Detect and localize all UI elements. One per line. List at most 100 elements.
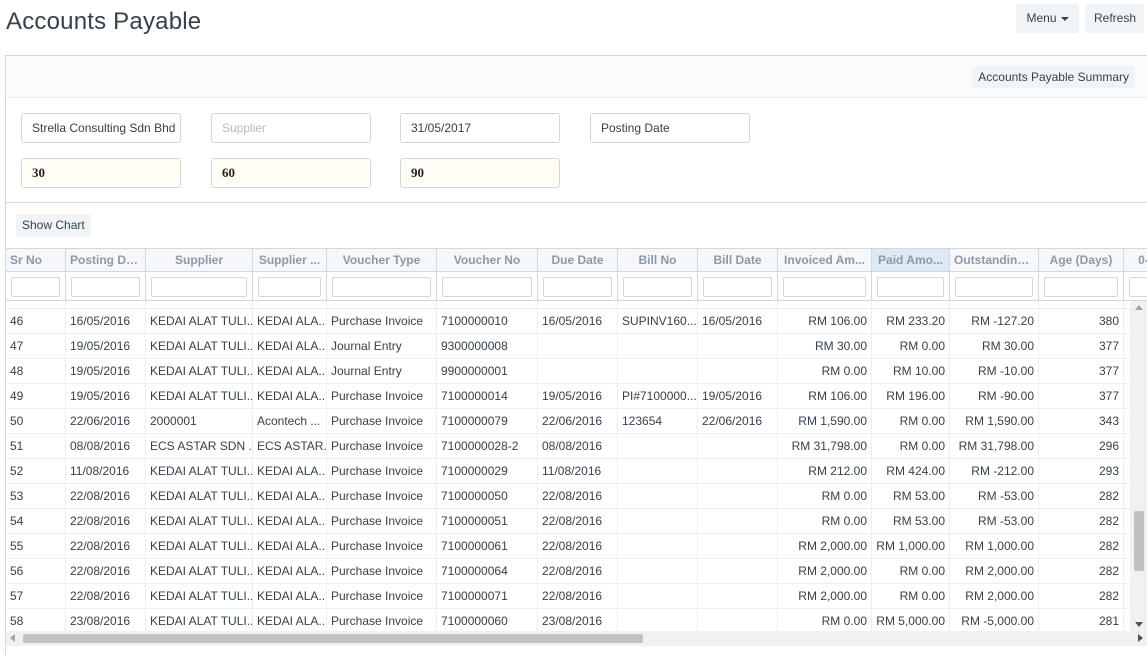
range3-field[interactable]: 90 — [400, 158, 560, 188]
horizontal-scrollbar[interactable] — [6, 631, 1147, 646]
scroll-up-icon[interactable] — [1135, 305, 1143, 310]
cell-bill-no — [618, 459, 698, 484]
column-header-voucher-no[interactable]: Voucher No — [437, 248, 538, 272]
cell-paid-amount: RM 53.00 — [872, 484, 950, 509]
cell-sr-no: 57 — [6, 584, 66, 609]
cell-supplier-name: KEDAI ALA... — [253, 334, 327, 359]
column-header-age-days[interactable]: Age (Days) — [1039, 248, 1124, 272]
supplier-field[interactable]: Supplier — [211, 113, 371, 143]
cell-sr-no: 56 — [6, 559, 66, 584]
table-row[interactable]: 56 22/08/2016 KEDAI ALAT TULI... KEDAI ALA.… — [6, 559, 1130, 584]
column-filter-bill-no[interactable] — [623, 277, 692, 297]
column-header-invoiced-amount[interactable]: Invoiced Am... — [778, 248, 872, 272]
table-row[interactable]: 55 22/08/2016 KEDAI ALAT TULI... KEDAI ALA.… — [6, 534, 1130, 559]
column-header-supplier-name[interactable]: Supplier ... — [253, 248, 327, 272]
vertical-scroll-thumb[interactable] — [1134, 511, 1144, 571]
cell-voucher-type: Purchase Invoice — [327, 301, 437, 309]
column-filter-posting-date[interactable] — [71, 277, 140, 297]
cell-age-days: 386 — [1039, 301, 1124, 309]
column-filter-cell — [950, 272, 1039, 301]
column-header-range-0-30[interactable]: 0- — [1124, 248, 1147, 272]
cell-bill-date — [698, 559, 778, 584]
cell-due-date — [538, 359, 618, 384]
column-filter-invoiced-amount[interactable] — [783, 277, 866, 297]
cell-supplier-name: KEDAI ALA... — [253, 559, 327, 584]
cell-invoiced-amount: RM 0.00 — [778, 484, 872, 509]
column-header-supplier[interactable]: Supplier — [146, 248, 253, 272]
company-field[interactable]: Strella Consulting Sdn Bhd — [21, 113, 181, 143]
column-header-voucher-type[interactable]: Voucher Type — [327, 248, 437, 272]
ageing-based-on-field[interactable]: Posting Date — [590, 113, 750, 143]
refresh-button[interactable]: Refresh — [1085, 4, 1144, 33]
column-header-paid-amount[interactable]: Paid Amo... — [872, 248, 950, 272]
column-header-bill-date[interactable]: Bill Date — [698, 248, 778, 272]
column-header-posting-date[interactable]: Posting Da... — [66, 248, 146, 272]
show-chart-button[interactable]: Show Chart — [16, 214, 91, 237]
column-filter-supplier[interactable] — [151, 277, 247, 297]
cell-voucher-no: 7100000061 — [437, 534, 538, 559]
report-frame: Accounts Payable Summary Strella Consult… — [5, 55, 1147, 655]
vertical-scrollbar[interactable] — [1130, 301, 1147, 631]
table-row[interactable]: 57 22/08/2016 KEDAI ALAT TULI... KEDAI ALA.… — [6, 584, 1130, 609]
cell-age-days: 377 — [1039, 334, 1124, 359]
report-date-field[interactable]: 31/05/2017 — [400, 113, 560, 143]
table-row[interactable]: 4510/05/2016KEDAI ALAT TULI...KEDAI ALA.… — [6, 301, 1130, 309]
column-filter-sr-no[interactable] — [11, 277, 60, 297]
table-row[interactable]: 58 23/08/2016 KEDAI ALAT TULI... KEDAI ALA.… — [6, 609, 1130, 631]
cell-age-days: 282 — [1039, 534, 1124, 559]
cell-due-date: 23/08/2016 — [538, 609, 618, 631]
range2-field[interactable]: 60 — [211, 158, 371, 188]
column-header-outstanding-amount[interactable]: Outstanding... — [950, 248, 1039, 272]
column-filter-range-0-30[interactable] — [1129, 277, 1147, 297]
table-row[interactable]: 46 16/05/2016 KEDAI ALAT TULI... KEDAI ALA.… — [6, 309, 1130, 334]
cell-voucher-type: Journal Entry — [327, 334, 437, 359]
cell-sr-no: 47 — [6, 334, 66, 359]
column-filter-bill-date[interactable] — [703, 277, 772, 297]
column-filter-voucher-type[interactable] — [332, 277, 431, 297]
column-filter-paid-amount[interactable] — [877, 277, 944, 297]
cell-invoiced-amount: RM 106.00 — [778, 384, 872, 409]
cell-posting-date: 10/05/2016 — [66, 301, 146, 309]
accounts-payable-summary-button[interactable]: Accounts Payable Summary — [972, 66, 1135, 88]
range1-field[interactable]: 30 — [21, 158, 181, 188]
cell-posting-date: 22/08/2016 — [66, 509, 146, 534]
table-row[interactable]: 51 08/08/2016 ECS ASTAR SDN ... ECS ASTAR..… — [6, 434, 1130, 459]
cell-paid-amount: RM 196.00 — [872, 301, 950, 309]
column-filter-cell — [327, 272, 437, 301]
menu-button[interactable]: Menu — [1016, 4, 1079, 33]
column-filter-age-days[interactable] — [1044, 277, 1118, 297]
column-header-bill-no[interactable]: Bill No — [618, 248, 698, 272]
column-filter-voucher-no[interactable] — [442, 277, 532, 297]
table-row[interactable]: 54 22/08/2016 KEDAI ALAT TULI... KEDAI ALA.… — [6, 509, 1130, 534]
cell-supplier-name: KEDAI ALA... — [253, 584, 327, 609]
cell-sr-no: 51 — [6, 434, 66, 459]
scroll-right-icon[interactable] — [1138, 634, 1143, 642]
scroll-left-icon[interactable] — [10, 634, 15, 642]
cell-bill-date — [698, 334, 778, 359]
cell-posting-date: 19/05/2016 — [66, 359, 146, 384]
cell-supplier-name: Acontech ... — [253, 409, 327, 434]
table-row[interactable]: 53 22/08/2016 KEDAI ALAT TULI... KEDAI ALA.… — [6, 484, 1130, 509]
cell-age-days: 281 — [1039, 609, 1124, 631]
cell-voucher-type: Purchase Invoice — [327, 609, 437, 631]
column-header-due-date[interactable]: Due Date — [538, 248, 618, 272]
cell-supplier-name: KEDAI ALA... — [253, 384, 327, 409]
cell-invoiced-amount: RM 31,798.00 — [778, 434, 872, 459]
cell-supplier-name: KEDAI ALA... — [253, 484, 327, 509]
table-row[interactable]: 49 19/05/2016 KEDAI ALAT TULI... KEDAI ALA.… — [6, 384, 1130, 409]
table-row[interactable]: 50 22/06/2016 2000001 Acontech ... Purchase … — [6, 409, 1130, 434]
scroll-down-icon[interactable] — [1135, 622, 1143, 627]
horizontal-scroll-thumb[interactable] — [23, 634, 643, 643]
cell-due-date: 16/05/2016 — [538, 309, 618, 334]
cell-supplier-name: KEDAI ALA... — [253, 301, 327, 309]
column-filter-due-date[interactable] — [543, 277, 612, 297]
cell-posting-date: 08/08/2016 — [66, 434, 146, 459]
column-filter-outstanding-amount[interactable] — [955, 277, 1033, 297]
table-row[interactable]: 48 19/05/2016 KEDAI ALAT TULI... KEDAI ALA.… — [6, 359, 1130, 384]
column-filter-supplier-name[interactable] — [258, 277, 321, 297]
table-row[interactable]: 47 19/05/2016 KEDAI ALAT TULI... KEDAI ALA.… — [6, 334, 1130, 359]
column-header-sr-no[interactable]: Sr No — [6, 248, 66, 272]
table-row[interactable]: 52 11/08/2016 KEDAI ALAT TULI... KEDAI ALA.… — [6, 459, 1130, 484]
cell-voucher-no: 7100000010 — [437, 309, 538, 334]
cell-paid-amount: RM 53.00 — [872, 509, 950, 534]
